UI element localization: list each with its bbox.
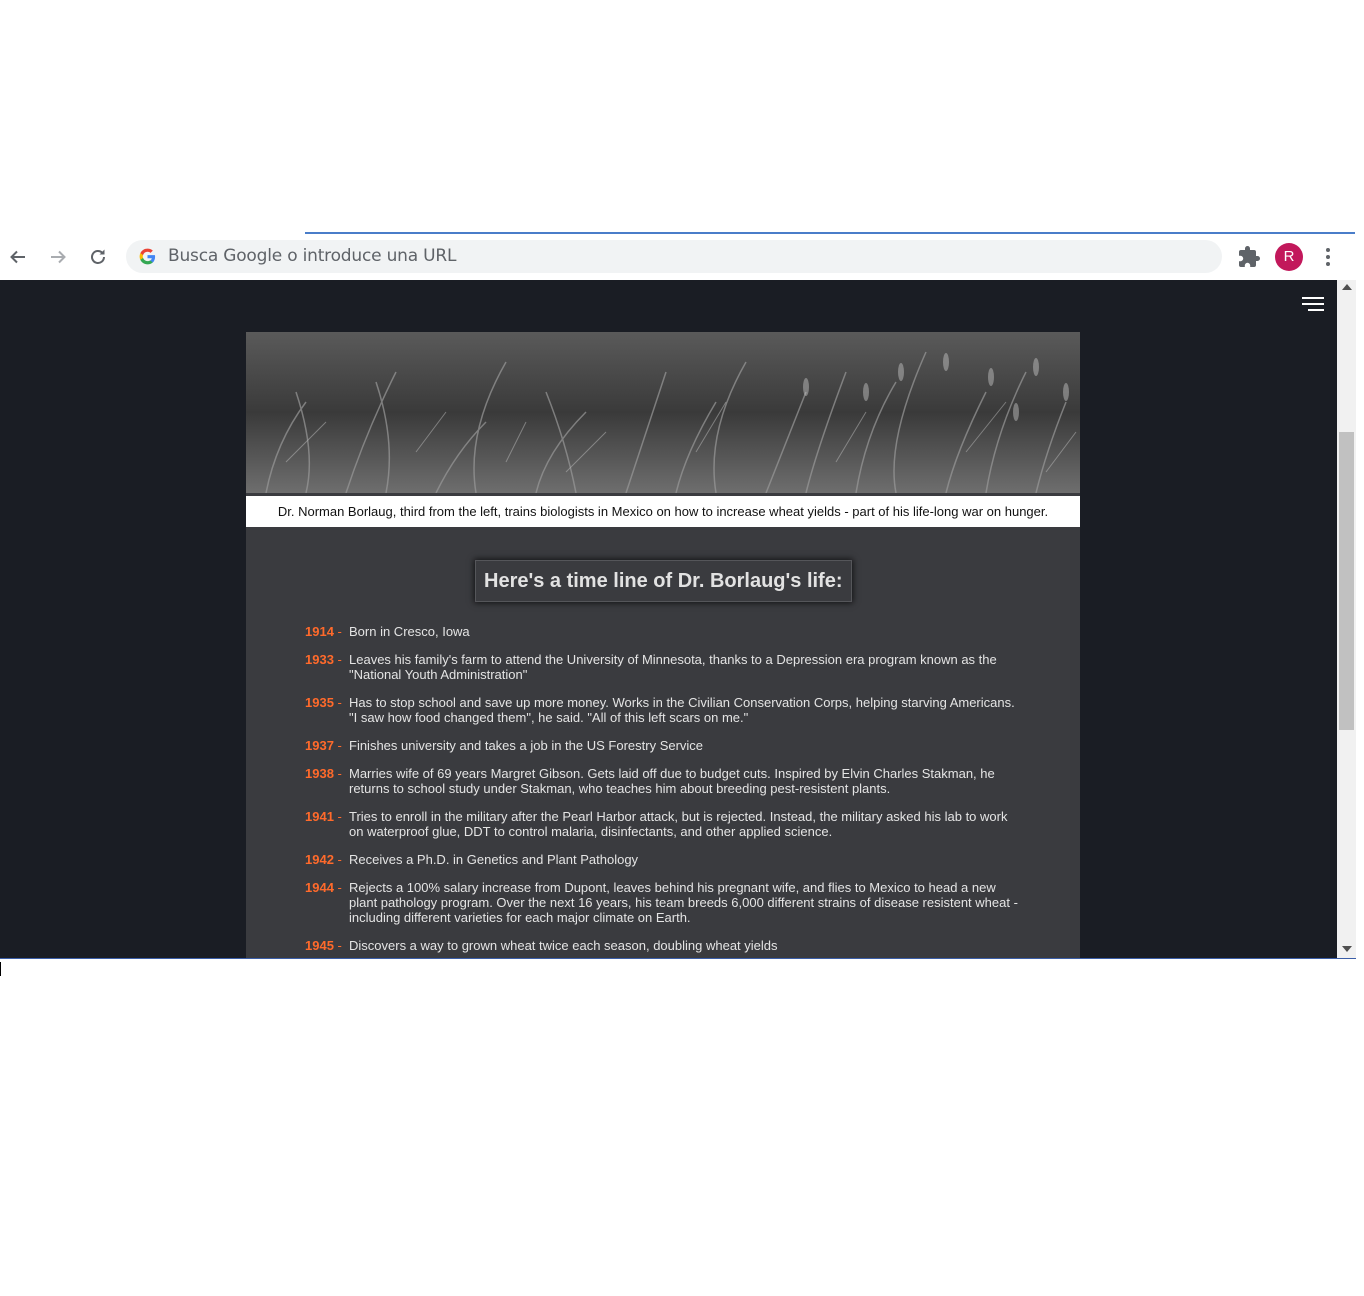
event-year-text: 1944 (305, 880, 334, 895)
event-description: Leaves his family's farm to attend the U… (349, 652, 997, 682)
event-description: Receives a Ph.D. in Genetics and Plant P… (349, 852, 639, 867)
timeline-event: 1933 - Leaves his family's farm to atten… (305, 652, 1025, 682)
event-year-dash: - (333, 652, 342, 667)
event-year-text: 1937 (305, 738, 334, 753)
event-year-text: 1935 (305, 695, 334, 710)
article-container: Dr. Norman Borlaug, third from the left,… (246, 332, 1080, 958)
google-icon (139, 248, 156, 265)
event-year: 1944 - (305, 880, 349, 925)
address-bar[interactable]: Busca Google o introduce una URL (126, 240, 1222, 273)
event-year-dash: - (333, 738, 342, 753)
hamburger-menu-icon[interactable] (1302, 297, 1324, 313)
timeline-event: 1937 - Finishes university and takes a j… (305, 738, 1025, 753)
timeline-list: 1914 - Born in Cresco, Iowa 1933 - Leaves… (305, 624, 1025, 958)
event-description: Has to stop school and save up more mone… (349, 695, 1015, 725)
scroll-down-arrow-icon[interactable] (1342, 946, 1352, 952)
event-year-text: 1933 (305, 652, 334, 667)
event-year: 1942 - (305, 852, 349, 867)
event-year-text: 1938 (305, 766, 334, 781)
scroll-up-arrow-icon[interactable] (1342, 284, 1352, 290)
forward-icon[interactable] (46, 245, 70, 269)
event-year-dash: - (333, 766, 342, 781)
timeline-event: 1941 - Tries to enroll in the military a… (305, 809, 1025, 839)
event-year-dash: - (333, 809, 342, 824)
event-year: 1938 - (305, 766, 349, 796)
event-year: 1933 - (305, 652, 349, 682)
event-year-dash: - (333, 852, 342, 867)
event-description: Rejects a 100% salary increase from Dupo… (349, 880, 1018, 925)
event-year-dash: - (333, 880, 342, 895)
event-description: Born in Cresco, Iowa (349, 624, 470, 639)
event-year-text: 1914 (305, 624, 334, 639)
event-year: 1937 - (305, 738, 349, 753)
timeline-heading: Here's a time line of Dr. Borlaug's life… (475, 560, 852, 602)
browser-toolbar: Busca Google o introduce una URL R (0, 234, 1356, 280)
event-year: 1945 - (305, 938, 349, 953)
extensions-puzzle-icon[interactable] (1237, 245, 1261, 269)
reload-icon[interactable] (86, 245, 110, 269)
timeline-event: 1935 - Has to stop school and save up mo… (305, 695, 1025, 725)
event-year-text: 1941 (305, 809, 334, 824)
vertical-scrollbar[interactable] (1337, 280, 1356, 958)
page-viewport: Dr. Norman Borlaug, third from the left,… (0, 280, 1356, 958)
back-icon[interactable] (6, 245, 30, 269)
event-year: 1935 - (305, 695, 349, 725)
wheat-field-photo (246, 332, 1080, 493)
timeline-event: 1942 - Receives a Ph.D. in Genetics and … (305, 852, 1025, 867)
event-year-dash: - (333, 624, 342, 639)
viewport-bottom-border (0, 958, 1356, 959)
text-cursor (0, 962, 1, 976)
event-description: Finishes university and takes a job in t… (349, 738, 704, 753)
timeline-event: 1938 - Marries wife of 69 years Margret … (305, 766, 1025, 796)
event-description: Discovers a way to grown wheat twice eac… (349, 938, 778, 953)
omnibox-placeholder: Busca Google o introduce una URL (168, 246, 457, 266)
timeline-event: 1914 - Born in Cresco, Iowa (305, 624, 1025, 639)
event-description: Marries wife of 69 years Margret Gibson.… (349, 766, 995, 796)
event-year: 1941 - (305, 809, 349, 839)
timeline-event: 1944 - Rejects a 100% salary increase fr… (305, 880, 1025, 925)
event-year-text: 1945 (305, 938, 334, 953)
photo-caption: Dr. Norman Borlaug, third from the left,… (246, 496, 1080, 527)
more-vertical-icon[interactable] (1318, 245, 1338, 269)
profile-avatar[interactable]: R (1275, 243, 1303, 271)
timeline-event: 1945 - Discovers a way to grown wheat tw… (305, 938, 1025, 953)
scroll-thumb[interactable] (1339, 432, 1354, 730)
event-year-dash: - (333, 938, 342, 953)
event-year: 1914 - (305, 624, 349, 639)
event-year-text: 1942 (305, 852, 334, 867)
event-year-dash: - (333, 695, 342, 710)
event-description: Tries to enroll in the military after th… (349, 809, 1008, 839)
